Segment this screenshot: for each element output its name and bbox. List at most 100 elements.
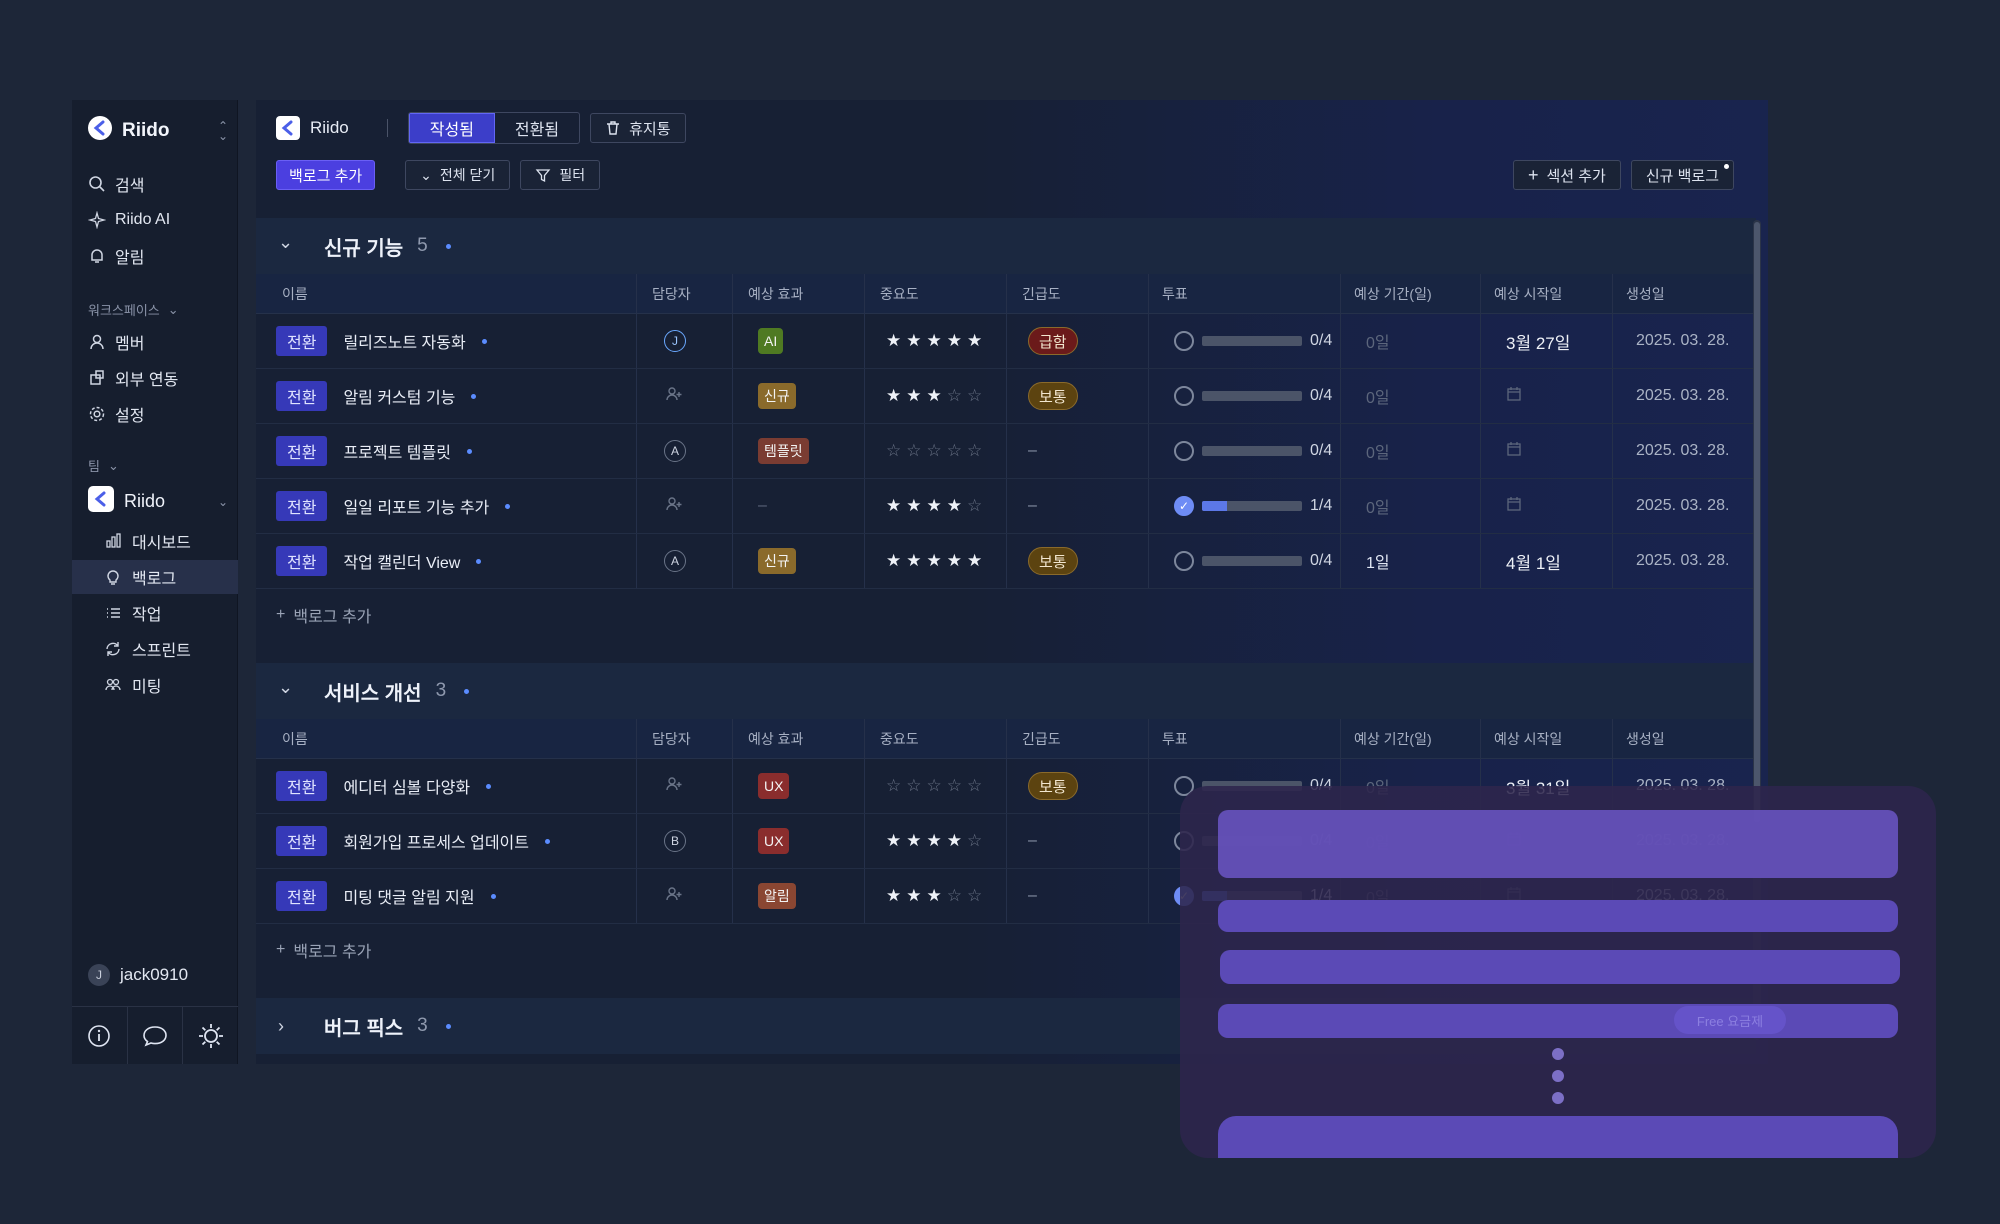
calendar-icon[interactable] bbox=[1506, 386, 1522, 407]
nav-settings[interactable]: 설정 bbox=[88, 400, 144, 428]
user-profile[interactable]: J jack0910 bbox=[88, 964, 188, 986]
calendar-icon[interactable] bbox=[1506, 496, 1522, 517]
urgency-cell[interactable]: 보통 bbox=[1028, 772, 1078, 800]
nav-ai[interactable]: Riido AI bbox=[88, 206, 170, 234]
column-name[interactable]: 이름 bbox=[282, 284, 308, 304]
start-date-cell[interactable] bbox=[1506, 386, 1522, 407]
effect-cell[interactable]: – bbox=[758, 497, 767, 515]
importance-stars[interactable]: ☆ ☆ ☆ ☆ ☆ bbox=[886, 776, 987, 796]
duration-cell[interactable]: 1일 bbox=[1366, 549, 1390, 573]
star-icon[interactable]: ☆ bbox=[906, 776, 926, 796]
vote-radio[interactable] bbox=[1174, 441, 1194, 461]
column-start[interactable]: 예상 시작일 bbox=[1494, 729, 1562, 749]
add-backlog-button[interactable]: 백로그 추가 bbox=[276, 160, 376, 190]
item-name[interactable]: 릴리즈노트 자동화 bbox=[343, 329, 465, 353]
add-backlog-row[interactable]: + 백로그 추가 bbox=[276, 603, 371, 627]
item-name[interactable]: 에디터 심볼 다양화 bbox=[343, 774, 470, 798]
duration-cell[interactable]: 0일 bbox=[1366, 494, 1390, 518]
star-icon[interactable]: ☆ bbox=[967, 776, 987, 796]
importance-stars[interactable]: ★ ★ ★ ★ ☆ bbox=[886, 496, 987, 516]
star-icon[interactable]: ☆ bbox=[967, 831, 987, 851]
column-assignee[interactable]: 담당자 bbox=[652, 284, 691, 304]
start-date-cell[interactable]: 3월 27일 bbox=[1506, 329, 1570, 354]
column-assignee[interactable]: 담당자 bbox=[652, 729, 691, 749]
star-icon[interactable]: ☆ bbox=[886, 441, 906, 461]
star-icon[interactable]: ★ bbox=[927, 331, 947, 351]
nav-backlog[interactable]: 백로그 bbox=[72, 560, 238, 594]
vote-radio[interactable] bbox=[1174, 386, 1194, 406]
star-icon[interactable]: ★ bbox=[906, 831, 926, 851]
chat-button[interactable] bbox=[128, 1007, 184, 1064]
convert-tag[interactable]: 전환 bbox=[276, 326, 328, 356]
star-icon[interactable]: ☆ bbox=[886, 776, 906, 796]
convert-tag[interactable]: 전환 bbox=[276, 436, 328, 466]
urgency-cell[interactable]: 보통 bbox=[1028, 382, 1078, 410]
table-row[interactable]: 전환 작업 캘린더 View A 신규 ★ ★ ★ ★ ★ 보통 0/4 1일 4월 1일 2025. 0… bbox=[256, 534, 1756, 589]
effect-cell[interactable]: 템플릿 bbox=[758, 438, 809, 464]
item-name[interactable]: 알림 커스텀 기능 bbox=[343, 384, 455, 408]
column-vote[interactable]: 투표 bbox=[1162, 284, 1188, 304]
add-person-icon[interactable] bbox=[664, 774, 684, 799]
convert-tag[interactable]: 전환 bbox=[276, 881, 328, 911]
urgency-cell[interactable]: 보통 bbox=[1028, 547, 1078, 575]
effect-cell[interactable]: 알림 bbox=[758, 883, 796, 909]
star-icon[interactable]: ★ bbox=[886, 331, 906, 351]
duration-cell[interactable]: 0일 bbox=[1366, 384, 1390, 408]
nav-dashboard[interactable]: 대시보드 bbox=[72, 524, 238, 558]
star-icon[interactable]: ★ bbox=[927, 496, 947, 516]
convert-tag[interactable]: 전환 bbox=[276, 381, 328, 411]
star-icon[interactable]: ★ bbox=[967, 551, 987, 571]
start-date-cell[interactable] bbox=[1506, 496, 1522, 517]
new-backlog-button[interactable]: 신규 백로그 bbox=[1630, 160, 1734, 190]
column-effect[interactable]: 예상 효과 bbox=[748, 284, 803, 304]
add-section-button[interactable]: + 섹션 추가 bbox=[1512, 160, 1621, 190]
star-icon[interactable]: ★ bbox=[927, 886, 947, 906]
chevron-down-icon[interactable]: ⌄ bbox=[278, 677, 294, 698]
star-icon[interactable]: ★ bbox=[967, 331, 987, 351]
column-name[interactable]: 이름 bbox=[282, 729, 308, 749]
urgency-cell[interactable]: – bbox=[1028, 497, 1037, 515]
theme-toggle-button[interactable] bbox=[183, 1007, 238, 1064]
column-importance[interactable]: 중요도 bbox=[880, 284, 919, 304]
assignee-cell[interactable] bbox=[664, 884, 684, 909]
team-section-toggle[interactable]: 팀 ⌄ bbox=[88, 456, 119, 475]
column-effect[interactable]: 예상 효과 bbox=[748, 729, 803, 749]
importance-stars[interactable]: ★ ★ ★ ☆ ☆ bbox=[886, 886, 987, 906]
importance-stars[interactable]: ★ ★ ★ ★ ★ bbox=[886, 551, 987, 571]
importance-stars[interactable]: ★ ★ ★ ★ ★ bbox=[886, 331, 987, 351]
table-row[interactable]: 전환 일일 리포트 기능 추가 – ★ ★ ★ ★ ☆ – ✓ 1/4 0일 2025. 03. 28. bbox=[256, 479, 1756, 534]
vote-radio[interactable] bbox=[1174, 331, 1194, 351]
column-created[interactable]: 생성일 bbox=[1626, 729, 1665, 749]
vote-cell[interactable]: 0/4 bbox=[1174, 551, 1332, 571]
star-icon[interactable]: ☆ bbox=[967, 496, 987, 516]
convert-tag[interactable]: 전환 bbox=[276, 771, 328, 801]
tab-created[interactable]: 작성됨 bbox=[408, 113, 495, 143]
column-vote[interactable]: 투표 bbox=[1162, 729, 1188, 749]
table-row[interactable]: 전환 알림 커스텀 기능 신규 ★ ★ ★ ☆ ☆ 보통 0/4 0일 2025. 03. 28. bbox=[256, 369, 1756, 424]
team-riido[interactable]: Riido ⌄ bbox=[88, 486, 228, 517]
star-icon[interactable]: ★ bbox=[906, 886, 926, 906]
nav-integrations[interactable]: 외부 연동 bbox=[88, 364, 178, 392]
assignee-cell[interactable]: A bbox=[664, 440, 686, 462]
effect-cell[interactable]: 신규 bbox=[758, 548, 796, 574]
column-importance[interactable]: 중요도 bbox=[880, 729, 919, 749]
star-icon[interactable]: ★ bbox=[906, 496, 926, 516]
star-icon[interactable]: ☆ bbox=[947, 386, 967, 406]
star-icon[interactable]: ★ bbox=[886, 496, 906, 516]
star-icon[interactable]: ☆ bbox=[967, 886, 987, 906]
star-icon[interactable]: ★ bbox=[886, 886, 906, 906]
table-row[interactable]: 전환 릴리즈노트 자동화 J AI ★ ★ ★ ★ ★ 급함 0/4 0일 3월 27일 2025. 03… bbox=[256, 314, 1756, 369]
star-icon[interactable]: ★ bbox=[947, 551, 967, 571]
star-icon[interactable]: ☆ bbox=[967, 386, 987, 406]
workspace-switcher[interactable]: Riido ⌃ ⌄ bbox=[88, 116, 228, 145]
star-icon[interactable]: ★ bbox=[886, 831, 906, 851]
effect-cell[interactable]: AI bbox=[758, 328, 784, 354]
assignee-cell[interactable]: B bbox=[664, 830, 686, 852]
item-name[interactable]: 프로젝트 템플릿 bbox=[343, 439, 451, 463]
section-header[interactable]: ⌄ 서비스 개선 3 bbox=[256, 663, 1756, 719]
importance-stars[interactable]: ★ ★ ★ ☆ ☆ bbox=[886, 386, 987, 406]
urgency-cell[interactable]: – bbox=[1028, 887, 1037, 905]
importance-stars[interactable]: ☆ ☆ ☆ ☆ ☆ bbox=[886, 441, 987, 461]
column-start[interactable]: 예상 시작일 bbox=[1494, 284, 1562, 304]
column-duration[interactable]: 예상 기간(일) bbox=[1354, 729, 1432, 749]
